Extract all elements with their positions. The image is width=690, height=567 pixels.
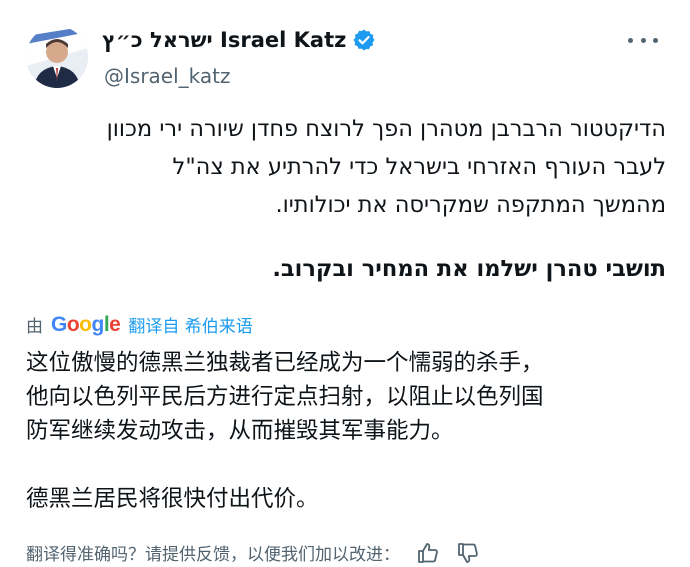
google-logo: Google [51,312,121,337]
translated-line: 这位傲慢的德黑兰独裁者已经成为一个懦弱的杀手， [26,350,544,376]
google-letter: e [109,312,121,336]
translated-line: 他向以色列平民后方进行定点扫射，以阻止以色列国 [26,384,544,410]
feedback-prompt: 翻译得准确吗？请提供反馈，以便我们加以改进： [26,545,400,565]
verified-badge-icon [353,29,375,51]
translated-line: 防军继续发动攻击，从而摧毁其军事能力。 [26,418,454,444]
more-dot [640,37,646,43]
tweet-line: לעבר העורף האזרחי בישראל כדי להרתיע את צ… [172,154,666,180]
tweet-text-translated: 这位傲慢的德黑兰独裁者已经成为一个懦弱的杀手， 他向以色列平民后方进行定点扫射，… [26,346,666,516]
tweet-line: מהמשך המתקפה שמקריסה את יכולותיו. [275,192,666,218]
avatar[interactable] [26,26,88,88]
more-dot [628,37,633,43]
thumbs-up-icon[interactable] [416,541,440,565]
user-handle[interactable]: @Israel_katz [104,64,230,88]
tweet-header: ישראל כ״ץ Israel Katz @Israel_katz [26,20,666,100]
translated-from-link[interactable]: 翻译自 希伯来语 [128,312,252,337]
name-row[interactable]: ישראל כ״ץ Israel Katz [102,28,376,52]
avatar-image [26,26,88,88]
google-letter: g [91,312,105,336]
tweet-line: תושבי טהרן ישלמו את המחיר ובקרוב. [272,256,666,282]
more-options-icon[interactable] [628,30,658,50]
display-name[interactable]: ישראל כ״ץ Israel Katz [102,28,346,52]
google-letter: o [66,312,80,336]
more-dot [653,37,658,43]
google-letter: G [51,312,67,336]
translated-by-label: 由 [26,317,43,337]
translation-attribution: 由 Google 翻译自 希伯来语 [26,312,253,338]
tweet-line: הדיקטטור הרברבן מטהרן הפך לרוצח פחדן שיו… [106,116,666,142]
tweet-text-original: הדיקטטור הרברבן מטהרן הפך לרוצח פחדן שיו… [26,110,666,288]
translation-feedback: 翻译得准确吗？请提供反馈，以便我们加以改进： [26,540,676,565]
translated-line: 德黑兰居民将很快付出代价。 [26,486,319,512]
thumbs-down-icon[interactable] [456,541,480,565]
google-letter: o [79,312,92,336]
